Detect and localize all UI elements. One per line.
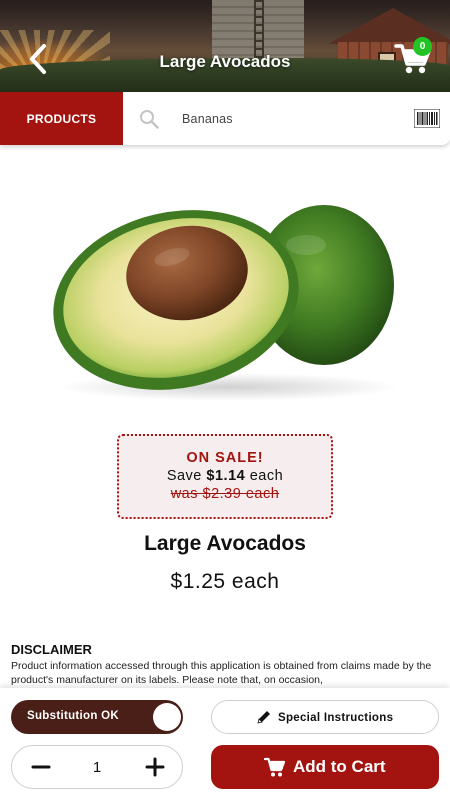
toggle-knob (153, 703, 181, 731)
barn-roof (328, 8, 450, 44)
shopping-cart-icon (264, 757, 286, 777)
chevron-left-icon (30, 44, 46, 74)
search-input[interactable]: Bananas (182, 112, 233, 126)
action-panel: Substitution OK Special Instructions 1 A… (0, 688, 450, 800)
add-to-cart-button[interactable]: Add to Cart (211, 745, 439, 789)
sale-badge: ON SALE! Save $1.14 each was $2.39 each (117, 434, 333, 519)
minus-icon[interactable] (30, 756, 52, 778)
sale-save-prefix: Save (166, 468, 202, 484)
disclaimer-text: Product information accessed through thi… (11, 660, 432, 686)
sale-save-amount: $1.14 (206, 468, 246, 484)
plus-icon[interactable] (144, 756, 166, 778)
special-instructions-label: Special Instructions (278, 712, 394, 724)
product-price: $1.25 each (170, 570, 280, 593)
back-button[interactable] (24, 42, 54, 76)
sale-original-price: was $2.39 each (170, 486, 280, 502)
search-icon (140, 110, 159, 129)
header-banner: Large Avocados 0 (0, 0, 450, 92)
add-to-cart-label: Add to Cart (293, 757, 386, 776)
substitution-label: Substitution OK (27, 710, 120, 722)
sale-savings: Save $1.14 each (119, 468, 331, 484)
product-name: Large Avocados (144, 532, 306, 555)
sale-title: ON SALE! (186, 450, 264, 466)
quantity-stepper: 1 (11, 745, 183, 789)
quantity-value: 1 (92, 759, 102, 776)
avocado-image (53, 205, 399, 401)
substitution-toggle[interactable]: Substitution OK (11, 700, 183, 734)
search-bar: PRODUCTS Bananas (0, 92, 450, 145)
barcode-icon[interactable] (414, 109, 440, 128)
sale-save-suffix: each (249, 468, 284, 484)
disclaimer-title: DISCLAIMER (11, 642, 92, 657)
hills-decoration (0, 58, 450, 92)
pencil-icon (257, 711, 270, 724)
cart-count-badge: 0 (413, 37, 432, 56)
special-instructions-button[interactable]: Special Instructions (211, 700, 439, 734)
products-button[interactable]: PRODUCTS (0, 92, 123, 145)
